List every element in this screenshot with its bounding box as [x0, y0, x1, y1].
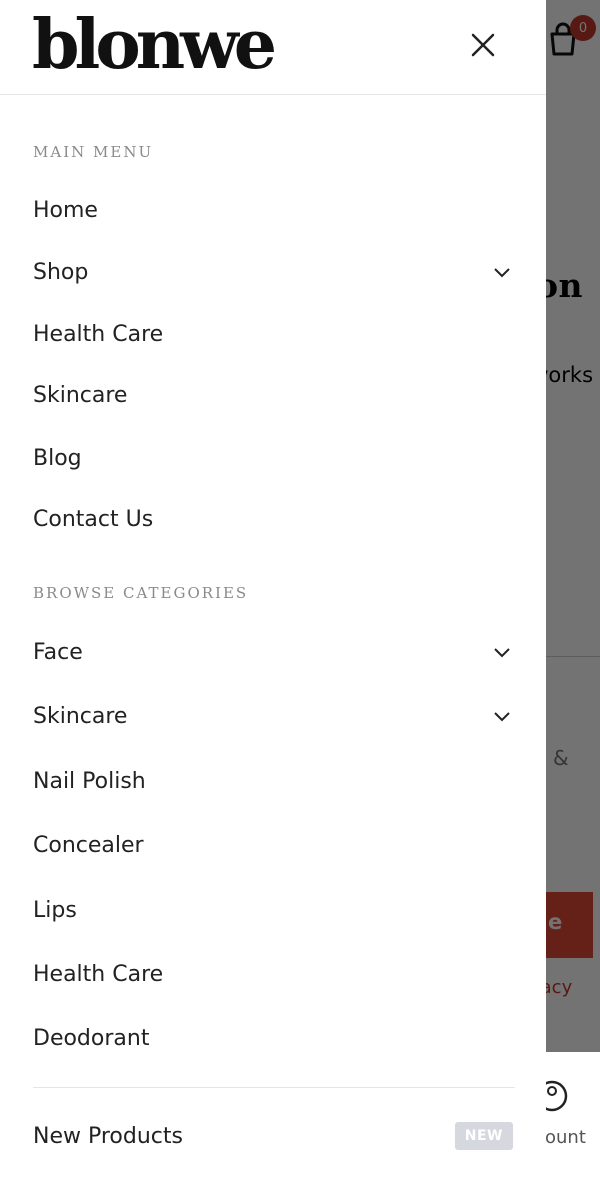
category-item-concealer[interactable]: Concealer [33, 825, 513, 865]
category-item-label: Deodorant [33, 1025, 150, 1051]
chevron-down-icon[interactable] [491, 261, 513, 283]
drawer-divider [33, 1087, 515, 1088]
menu-item-shop[interactable]: Shop [33, 252, 513, 292]
menu-item-label: Shop [33, 259, 89, 285]
category-item-lips[interactable]: Lips [33, 890, 513, 930]
category-item-label: Face [33, 639, 83, 665]
menu-item-health-care[interactable]: Health Care [33, 314, 513, 354]
category-item-label: Concealer [33, 832, 144, 858]
menu-item-label: Contact Us [33, 506, 154, 532]
brand-logo[interactable]: blonwe [32, 0, 277, 90]
close-icon[interactable] [466, 28, 500, 62]
menu-item-contact-us[interactable]: Contact Us [33, 499, 513, 539]
account-label-fragment[interactable]: ount [545, 1127, 586, 1148]
menu-item-label: Skincare [33, 382, 128, 408]
category-item-label: Lips [33, 897, 77, 923]
chevron-down-icon[interactable] [491, 641, 513, 663]
menu-item-label: Blog [33, 445, 82, 471]
category-item-health-care[interactable]: Health Care [33, 954, 513, 994]
chevron-down-icon[interactable] [491, 705, 513, 727]
drawer-header: blonwe [0, 0, 546, 95]
menu-item-label: New Products [33, 1123, 183, 1149]
menu-item-blog[interactable]: Blog [33, 438, 513, 478]
new-badge: NEW [454, 1122, 513, 1150]
menu-item-label: Home [33, 197, 98, 223]
menu-item-home[interactable]: Home [33, 190, 513, 230]
category-item-skincare[interactable]: Skincare [33, 696, 513, 736]
mobile-menu-drawer: blonwe MAIN MENU Home Shop Health Care S… [0, 0, 546, 1200]
category-item-label: Skincare [33, 703, 128, 729]
main-menu-heading: MAIN MENU [33, 143, 154, 161]
category-item-label: Health Care [33, 961, 164, 987]
menu-item-new-products[interactable]: New Products NEW [33, 1116, 513, 1156]
category-item-nail-polish[interactable]: Nail Polish [33, 761, 513, 801]
category-item-face[interactable]: Face [33, 632, 513, 672]
category-item-label: Nail Polish [33, 768, 146, 794]
menu-item-skincare[interactable]: Skincare [33, 375, 513, 415]
category-item-deodorant[interactable]: Deodorant [33, 1018, 513, 1058]
browse-categories-heading: BROWSE CATEGORIES [33, 584, 249, 602]
menu-item-label: Health Care [33, 321, 164, 347]
